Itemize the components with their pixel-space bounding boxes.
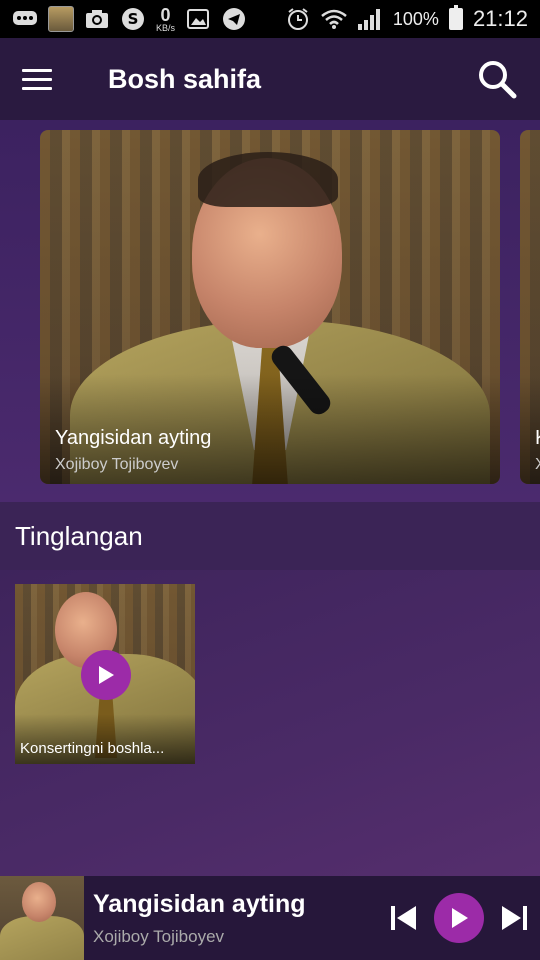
mini-player-title: Yangisidan ayting [93,889,306,918]
page-title: Bosh sahifa [108,63,262,94]
previous-icon[interactable] [388,903,420,933]
menu-icon[interactable] [22,58,64,100]
search-icon[interactable] [476,58,518,100]
network-speed-value: 0 [160,4,171,25]
player-controls [388,893,530,943]
featured-carousel[interactable]: Yangisidan ayting Xojiboy Tojiboyev K X [0,120,540,502]
featured-card-title: Yangisidan ayting [55,427,212,449]
next-icon[interactable] [498,903,530,933]
status-right: 100% 21:12 [285,5,528,32]
mini-player-info[interactable]: Yangisidan ayting Xojiboy Tojiboyev [93,890,306,947]
section-title: Tinglangan [15,520,143,551]
featured-card-title: K [535,427,540,450]
recent-list: Konsertingni boshla... [0,570,540,876]
status-left: S 0 KB/s [12,6,247,33]
section-header: Tinglangan [0,502,540,570]
alarm-icon [285,7,311,31]
clock: 21:12 [472,6,528,31]
wifi-icon [321,7,347,31]
telegram-icon [221,7,247,31]
chat-icon [12,7,38,31]
svg-text:S: S [128,10,139,28]
network-speed-unit: KB/s [156,22,176,33]
featured-card[interactable]: Yangisidan ayting Xojiboy Tojiboyev [40,130,500,484]
status-bar: S 0 KB/s 100% 21:12 [0,0,540,38]
play-icon[interactable] [81,650,131,700]
camera-icon [84,7,110,31]
featured-card-artist: Xojiboy Tojiboyev [55,456,179,473]
featured-card-artist: X [535,456,540,474]
notification-thumbnail-icon [48,6,74,32]
image-icon [185,7,211,31]
battery-icon [448,5,463,30]
mini-player-artist: Xojiboy Tojiboyev [93,926,225,946]
skype-icon: S [120,7,146,31]
recent-item[interactable]: Konsertingni boshla... [15,584,195,764]
mini-player-thumbnail [0,876,84,960]
signal-icon [357,7,383,31]
app-bar: Bosh sahifa [0,38,540,120]
network-speed: 0 KB/s [156,6,175,33]
battery-percent: 100% [392,8,439,29]
featured-card[interactable]: K X [520,130,540,484]
mini-player[interactable]: Yangisidan ayting Xojiboy Tojiboyev [0,876,540,960]
recent-item-title: Konsertingni boshla... [20,740,165,757]
play-button[interactable] [434,893,484,943]
